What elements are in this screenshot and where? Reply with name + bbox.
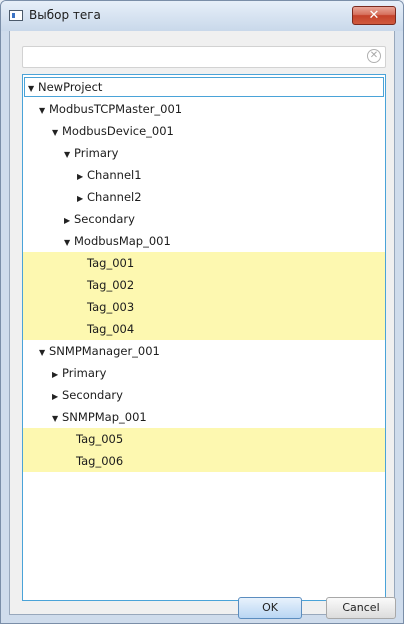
tree-node[interactable]: ▶ Channel2 (23, 186, 385, 208)
tree-node[interactable]: ▼ ModbusMap_001 (23, 230, 385, 252)
tree-leaf-tag[interactable]: Tag_001 (23, 252, 385, 274)
collapsed-arrow-icon[interactable]: ▶ (77, 166, 87, 188)
tree-node-label: Tag_001 (87, 256, 135, 270)
tree-leaf-tag[interactable]: Tag_004 (23, 318, 385, 340)
tree-node-label: Channel2 (87, 190, 142, 204)
expanded-arrow-icon[interactable]: ▼ (52, 122, 62, 144)
close-button[interactable]: ✕ (352, 6, 396, 25)
tree-leaf-tag[interactable]: Tag_006 (23, 450, 385, 472)
collapsed-arrow-icon[interactable]: ▶ (52, 386, 62, 408)
tree-node-label: SNMPMap_001 (62, 410, 147, 424)
collapsed-arrow-icon[interactable]: ▶ (52, 364, 62, 386)
tree-node[interactable]: ▼ Primary (23, 142, 385, 164)
tag-tree: ▼ NewProject ▼ ModbusTCPMaster_001 ▼ Modbus… (22, 74, 386, 601)
tree-node-label: Tag_004 (87, 322, 135, 336)
tree-node[interactable]: ▼ NewProject (23, 76, 385, 98)
tree-node-label: ModbusDevice_001 (62, 124, 174, 138)
tree-node[interactable]: ▼ ModbusTCPMaster_001 (23, 98, 385, 120)
dialog-window: Выбор тега ✕ ✕ ▼ NewProject ▼ ModbusTCPMas… (0, 0, 404, 624)
collapsed-arrow-icon[interactable]: ▶ (77, 188, 87, 210)
window-title: Выбор тега (29, 8, 101, 22)
tree-node-label: Tag_005 (76, 432, 124, 446)
tree-leaf-tag[interactable]: Tag_003 (23, 296, 385, 318)
clear-icon[interactable]: ✕ (367, 49, 381, 63)
tree-node[interactable]: ▼ ModbusDevice_001 (23, 120, 385, 142)
tree-node-label: NewProject (38, 80, 103, 94)
tree-node-label: SNMPManager_001 (49, 344, 160, 358)
tree-node[interactable]: ▼ SNMPManager_001 (23, 340, 385, 362)
tree-node-label: Secondary (74, 212, 135, 226)
tree-node-label: Secondary (62, 388, 123, 402)
tree-node-label: Tag_002 (87, 278, 135, 292)
cancel-button[interactable]: Cancel (326, 597, 396, 619)
app-icon (9, 10, 23, 21)
tree-node[interactable]: ▼ SNMPMap_001 (23, 406, 385, 428)
tree-node-label: Tag_006 (76, 454, 124, 468)
tree-node-label: Channel1 (87, 168, 142, 182)
tree-node-label: Primary (74, 146, 119, 160)
expanded-arrow-icon[interactable]: ▼ (52, 408, 62, 430)
tree-node[interactable]: ▶ Primary (23, 362, 385, 384)
tree-node-label: Tag_003 (87, 300, 135, 314)
expanded-arrow-icon[interactable]: ▼ (64, 144, 74, 166)
tree-node[interactable]: ▶ Secondary (23, 208, 385, 230)
title-bar[interactable]: Выбор тега ✕ (1, 1, 403, 31)
expanded-arrow-icon[interactable]: ▼ (64, 232, 74, 254)
tree-leaf-tag[interactable]: Tag_002 (23, 274, 385, 296)
dialog-body: ✕ ▼ NewProject ▼ ModbusTCPMaster_001 ▼ Modb… (9, 31, 395, 615)
expanded-arrow-icon[interactable]: ▼ (28, 78, 38, 100)
tree-node[interactable]: ▶ Secondary (23, 384, 385, 406)
tree-node-label: ModbusMap_001 (74, 234, 171, 248)
tree-node-label: Primary (62, 366, 107, 380)
tree-node[interactable]: ▶ Channel1 (23, 164, 385, 186)
tree-node-label: ModbusTCPMaster_001 (49, 102, 183, 116)
expanded-arrow-icon[interactable]: ▼ (39, 342, 49, 364)
expanded-arrow-icon[interactable]: ▼ (39, 100, 49, 122)
ok-button[interactable]: OK (238, 597, 302, 619)
collapsed-arrow-icon[interactable]: ▶ (64, 210, 74, 232)
tree-leaf-tag[interactable]: Tag_005 (23, 428, 385, 450)
search-box: ✕ (22, 46, 386, 68)
search-input[interactable] (27, 49, 357, 65)
